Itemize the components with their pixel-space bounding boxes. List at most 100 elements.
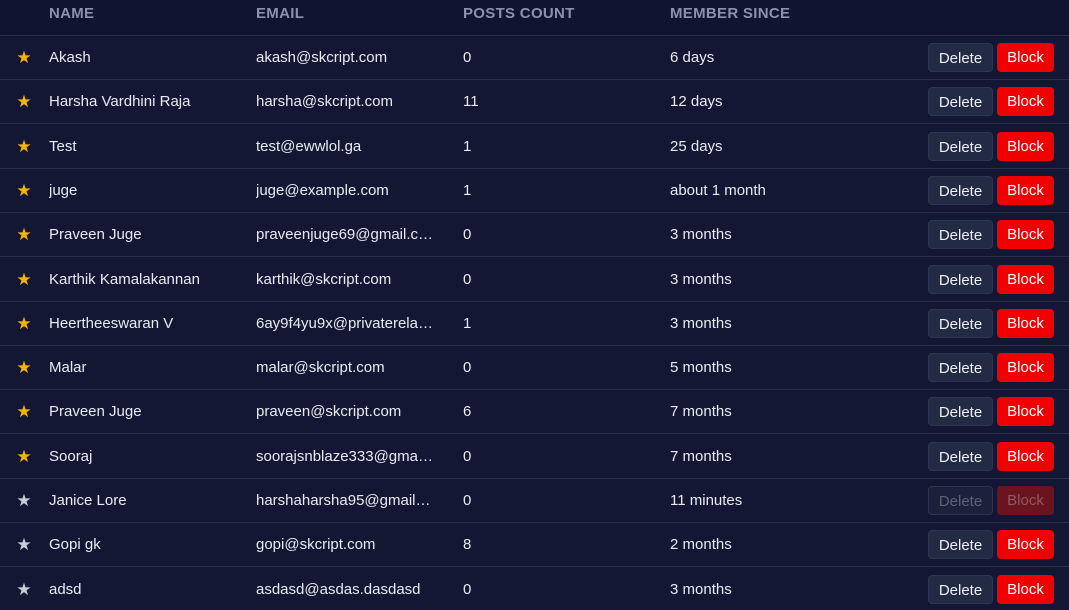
star-icon[interactable]: ★: [14, 125, 34, 168]
table-row[interactable]: ★ Test test@ewwlol.ga 1 25 days Delete Block: [0, 125, 1069, 169]
block-button[interactable]: Block: [997, 220, 1054, 250]
block-button[interactable]: Block: [997, 530, 1054, 560]
user-member-since: 12 days: [670, 93, 723, 111]
block-button[interactable]: Block: [997, 43, 1054, 72]
column-header-member-since[interactable]: MEMBER SINCE: [670, 5, 790, 22]
user-name: Test: [49, 137, 77, 155]
user-posts-count: 1: [463, 181, 472, 199]
delete-button[interactable]: Delete: [928, 131, 993, 161]
user-member-since: 3 months: [670, 580, 732, 598]
user-member-since: 6 days: [670, 49, 715, 66]
user-name: Praveen Juge: [49, 226, 142, 244]
block-button[interactable]: Block: [997, 175, 1054, 205]
table-row[interactable]: ★ Akash akash@skcript.com 0 6 days Delete Bloc…: [0, 36, 1069, 80]
delete-button[interactable]: Delete: [928, 530, 993, 560]
delete-button[interactable]: Delete: [928, 264, 993, 294]
block-button[interactable]: Block: [997, 131, 1054, 161]
user-email: juge@example.com: [256, 181, 389, 199]
user-name: Janice Lore: [49, 492, 127, 509]
user-name: juge: [49, 181, 78, 199]
block-button[interactable]: Block: [997, 87, 1054, 117]
user-member-since: 11 minutes: [670, 492, 743, 509]
user-member-since: 7 months: [670, 403, 732, 421]
user-posts-count: 0: [463, 270, 472, 288]
column-header-name[interactable]: NAME: [49, 5, 94, 22]
table-row[interactable]: ★ Karthik Kamalakannan karthik@skcript.com…: [0, 258, 1069, 302]
block-button[interactable]: Block: [997, 486, 1054, 515]
delete-button[interactable]: Delete: [928, 175, 993, 205]
delete-button[interactable]: Delete: [928, 441, 993, 471]
column-header-email[interactable]: EMAIL: [256, 5, 304, 22]
block-button[interactable]: Block: [997, 264, 1054, 294]
table-row[interactable]: ★ Malar malar@skcript.com 0 5 months Delete Bl…: [0, 346, 1069, 391]
user-email: 6ay9f4yu9x@privaterela…: [256, 314, 433, 332]
delete-button[interactable]: Delete: [928, 87, 993, 117]
user-member-since: 5 months: [670, 359, 732, 377]
delete-button[interactable]: Delete: [928, 43, 993, 72]
user-email: praveenjuge69@gmail.com: [256, 226, 434, 244]
user-email: asdasd@asdas.dasdasd: [256, 580, 421, 598]
user-name: Akash: [49, 49, 91, 66]
delete-button[interactable]: Delete: [928, 220, 993, 250]
table-row[interactable]: ★ Heertheeswaran V 6ay9f4yu9x@privaterela……: [0, 302, 1069, 346]
star-icon[interactable]: ★: [14, 169, 34, 212]
block-button[interactable]: Block: [997, 308, 1054, 338]
user-email: harshaharsha95@gmail.c…: [256, 492, 434, 509]
user-posts-count: 1: [463, 137, 472, 155]
user-name: adsd: [49, 580, 82, 598]
table-row[interactable]: ★ Janice Lore harshaharsha95@gmail.c… 0 11 m…: [0, 479, 1069, 523]
table-row[interactable]: ★ Gopi gk gopi@skcript.com 8 2 months Delete B…: [0, 523, 1069, 568]
user-member-since: 2 months: [670, 536, 732, 554]
user-email: akash@skcript.com: [256, 49, 388, 66]
star-icon[interactable]: ★: [14, 479, 34, 522]
table-row[interactable]: ★ Harsha Vardhini Raja harsha@skcript.com 1…: [0, 80, 1069, 125]
user-member-since: 7 months: [670, 447, 732, 465]
user-email: praveen@skcript.com: [256, 403, 402, 421]
star-icon[interactable]: ★: [14, 302, 34, 345]
table-row[interactable]: ★ Praveen Juge praveen@skcript.com 6 7 month…: [0, 390, 1069, 435]
user-posts-count: 0: [463, 580, 472, 598]
user-posts-count: 1: [463, 314, 472, 332]
user-member-since: 3 months: [670, 270, 732, 288]
user-name: Gopi gk: [49, 536, 101, 554]
table-row[interactable]: ★ adsd asdasd@asdas.dasdasd 0 3 months Delete…: [0, 568, 1069, 610]
table-header: NAME EMAIL POSTS COUNT MEMBER SINCE: [0, 0, 1069, 36]
delete-button[interactable]: Delete: [928, 353, 993, 383]
star-icon[interactable]: ★: [14, 390, 34, 433]
block-button[interactable]: Block: [997, 441, 1054, 471]
user-email: test@ewwlol.ga: [256, 137, 362, 155]
user-posts-count: 11: [463, 93, 479, 111]
star-icon[interactable]: ★: [14, 568, 34, 610]
user-name: Karthik Kamalakannan: [49, 270, 200, 288]
user-posts-count: 0: [463, 49, 472, 66]
user-posts-count: 0: [463, 226, 472, 244]
user-posts-count: 0: [463, 447, 472, 465]
user-name: Praveen Juge: [49, 403, 142, 421]
user-member-since: 3 months: [670, 314, 732, 332]
table-row[interactable]: ★ juge juge@example.com 1 about 1 month Delet…: [0, 169, 1069, 213]
delete-button[interactable]: Delete: [928, 486, 993, 515]
table-row[interactable]: ★ Sooraj soorajsnblaze333@gmail… 0 7 months D…: [0, 435, 1069, 479]
user-posts-count: 8: [463, 536, 472, 554]
user-email: gopi@skcript.com: [256, 536, 376, 554]
user-member-since: about 1 month: [670, 181, 766, 199]
block-button[interactable]: Block: [997, 353, 1054, 383]
star-icon[interactable]: ★: [14, 523, 34, 566]
star-icon[interactable]: ★: [14, 258, 34, 301]
user-email: karthik@skcript.com: [256, 270, 392, 288]
delete-button[interactable]: Delete: [928, 397, 993, 427]
table-row[interactable]: ★ Praveen Juge praveenjuge69@gmail.com 0 3 m…: [0, 213, 1069, 258]
block-button[interactable]: Block: [997, 574, 1054, 604]
block-button[interactable]: Block: [997, 397, 1054, 427]
user-email: harsha@skcript.com: [256, 93, 393, 111]
column-header-posts-count[interactable]: POSTS COUNT: [463, 5, 575, 22]
star-icon[interactable]: ★: [14, 36, 34, 79]
star-icon[interactable]: ★: [14, 346, 34, 389]
delete-button[interactable]: Delete: [928, 308, 993, 338]
star-icon[interactable]: ★: [14, 80, 34, 123]
star-icon[interactable]: ★: [14, 435, 34, 478]
users-table: NAME EMAIL POSTS COUNT MEMBER SINCE ★ Aka…: [0, 0, 1069, 610]
delete-button[interactable]: Delete: [928, 574, 993, 604]
star-icon[interactable]: ★: [14, 213, 34, 256]
user-posts-count: 0: [463, 492, 472, 509]
